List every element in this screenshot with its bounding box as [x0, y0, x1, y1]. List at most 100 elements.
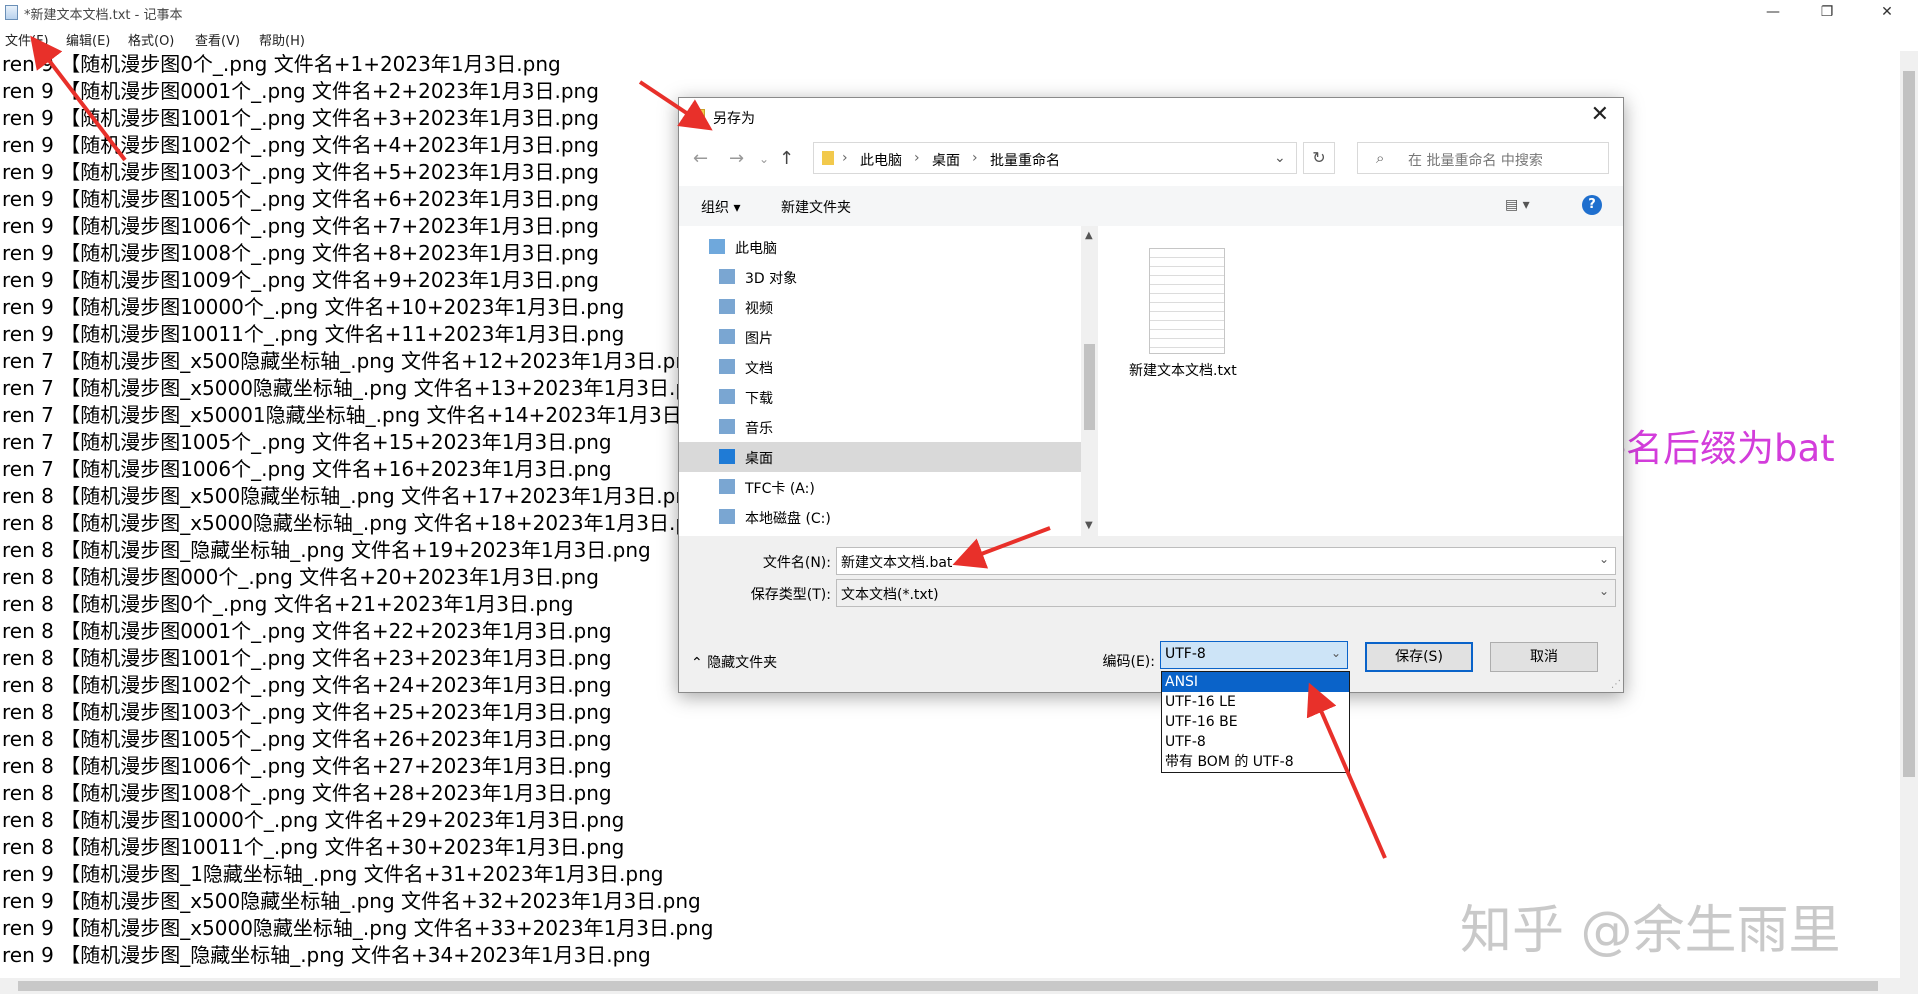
text-line: ren 8 【随机漫步图0001个_.png 文件名+22+2023年1月3日.… [2, 619, 612, 643]
back-icon[interactable]: ← [693, 148, 708, 169]
dialog-toolbar: 组织 ▾ 新建文件夹 ▤ ▾ ? [679, 186, 1623, 226]
horizontal-scrollbar[interactable] [0, 978, 1918, 994]
help-icon[interactable]: ? [1582, 195, 1602, 215]
nav-item[interactable]: 视频 [679, 292, 1081, 322]
text-line: ren 7 【随机漫步图_x500隐藏坐标轴_.png 文件名+12+2023年… [2, 349, 701, 373]
nav-item[interactable]: 本地磁盘 (C:) [679, 502, 1081, 532]
filetype-value: 文本文档(*.txt) [841, 587, 939, 603]
nav-item[interactable]: 音乐 [679, 412, 1081, 442]
nav-item[interactable]: 桌面 [679, 442, 1081, 472]
minimize-button[interactable]: — [1750, 0, 1796, 25]
file-list: 新建文本文档.txt [1101, 226, 1621, 536]
hide-folders-toggle[interactable]: ⌃ 隐藏文件夹 [691, 652, 777, 672]
encoding-option[interactable]: ANSI [1162, 672, 1349, 692]
breadcrumb-folder[interactable]: 批量重命名 [990, 150, 1060, 170]
nav-item-label: 3D 对象 [745, 271, 798, 287]
filename-value: 新建文本文档.bat [841, 555, 953, 571]
scroll-thumb[interactable] [1084, 344, 1095, 430]
navigation-scrollbar[interactable]: ▲ ▼ [1081, 226, 1098, 536]
address-bar[interactable]: › 此电脑 › 桌面 › 批量重命名 ⌄ [813, 142, 1297, 174]
window-title: *新建文本文档.txt - 记事本 [24, 8, 183, 23]
encoding-select[interactable]: UTF-8 ⌄ [1160, 641, 1348, 669]
text-line: ren 9 【随机漫步图0个_.png 文件名+1+2023年1月3日.png [2, 52, 561, 76]
nav-item-label: 视频 [745, 301, 773, 317]
text-line: ren 8 【随机漫步图1002个_.png 文件名+24+2023年1月3日.… [2, 673, 612, 697]
nav-item[interactable]: TFC卡 (A:) [679, 472, 1081, 502]
text-line: ren 7 【随机漫步图1005个_.png 文件名+15+2023年1月3日.… [2, 430, 612, 454]
resize-grip-icon[interactable]: ⋰ [1611, 679, 1621, 690]
nav-item[interactable]: 下载 [679, 382, 1081, 412]
menu-file[interactable]: 文件(F) [5, 30, 49, 49]
chevron-down-icon[interactable]: ⌄ [1599, 584, 1609, 598]
nav-item-label: 文档 [745, 361, 773, 377]
nav-item-label: 此电脑 [735, 241, 777, 257]
encoding-option[interactable]: 带有 BOM 的 UTF-8 [1162, 752, 1349, 772]
view-options-icon[interactable]: ▤ ▾ [1505, 197, 1530, 213]
organize-menu[interactable]: 组织 ▾ [701, 197, 740, 217]
text-line: ren 8 【随机漫步图_x500隐藏坐标轴_.png 文件名+17+2023年… [2, 484, 701, 508]
filename-label: 文件名(N): [762, 555, 831, 571]
menu-view[interactable]: 查看(V) [195, 30, 240, 49]
text-line: ren 9 【随机漫步图1008个_.png 文件名+8+2023年1月3日.p… [2, 241, 599, 265]
vertical-scrollbar[interactable] [1900, 51, 1918, 979]
breadcrumb-desktop[interactable]: 桌面 [932, 150, 960, 170]
chevron-down-icon[interactable]: ⌄ [1274, 150, 1286, 166]
refresh-icon[interactable]: ↻ [1303, 142, 1335, 174]
scroll-thumb[interactable] [1903, 71, 1915, 777]
scroll-up-icon[interactable]: ▲ [1085, 230, 1093, 241]
up-icon[interactable]: ↑ [779, 148, 794, 169]
breadcrumb-this-pc[interactable]: 此电脑 [860, 150, 902, 170]
text-line: ren 8 【随机漫步图_隐藏坐标轴_.png 文件名+19+2023年1月3日… [2, 538, 651, 562]
breadcrumb-separator: › [842, 150, 848, 166]
scroll-thumb[interactable] [18, 981, 1878, 991]
desktop-icon [719, 449, 735, 464]
close-button[interactable]: ✕ [1864, 0, 1910, 25]
text-line: ren 9 【随机漫步图1001个_.png 文件名+3+2023年1月3日.p… [2, 106, 599, 130]
cancel-button[interactable]: 取消 [1490, 642, 1598, 672]
nav-item-label: 本地磁盘 (C:) [745, 511, 831, 527]
nav-item[interactable]: 此电脑 [679, 232, 1081, 262]
search-input[interactable]: ⌕ 在 批量重命名 中搜索 [1357, 142, 1609, 174]
filename-field[interactable]: 新建文本文档.bat ⌄ [836, 547, 1616, 575]
nav-item[interactable]: 文档 [679, 352, 1081, 382]
chevron-down-icon[interactable]: ⌄ [1599, 552, 1609, 566]
menu-edit[interactable]: 编辑(E) [66, 30, 110, 49]
text-line: ren 7 【随机漫步图_x5000隐藏坐标轴_.png 文件名+13+2023… [2, 376, 714, 400]
file-name: 新建文本文档.txt [1129, 363, 1237, 379]
save-button[interactable]: 保存(S) [1365, 642, 1473, 672]
restore-button[interactable]: ❐ [1804, 0, 1850, 25]
filetype-select[interactable]: 文本文档(*.txt) ⌄ [836, 579, 1616, 607]
sd-card-icon [719, 479, 735, 494]
menu-format[interactable]: 格式(O) [128, 30, 174, 49]
nav-item-label: 下载 [745, 391, 773, 407]
chevron-up-icon: ⌃ [691, 655, 703, 671]
menu-help[interactable]: 帮助(H) [259, 30, 305, 49]
text-line: ren 8 【随机漫步图1001个_.png 文件名+23+2023年1月3日.… [2, 646, 612, 670]
music-icon [719, 419, 735, 434]
new-folder-button[interactable]: 新建文件夹 [781, 197, 851, 217]
text-line: ren 9 【随机漫步图_x5000隐藏坐标轴_.png 文件名+33+2023… [2, 916, 714, 940]
nav-item[interactable]: 图片 [679, 322, 1081, 352]
notepad-icon [5, 5, 18, 20]
chevron-down-icon[interactable]: ⌄ [759, 152, 769, 166]
scroll-down-icon[interactable]: ▼ [1085, 520, 1093, 531]
close-icon[interactable]: ✕ [1591, 102, 1609, 127]
nav-item[interactable]: 3D 对象 [679, 262, 1081, 292]
text-line: ren 8 【随机漫步图10011个_.png 文件名+30+2023年1月3日… [2, 835, 625, 859]
encoding-option[interactable]: UTF-16 LE [1162, 692, 1349, 712]
text-line: ren 8 【随机漫步图_x5000隐藏坐标轴_.png 文件名+18+2023… [2, 511, 714, 535]
text-line: ren 8 【随机漫步图1005个_.png 文件名+26+2023年1月3日.… [2, 727, 612, 751]
dialog-footer: 文件名(N): 新建文本文档.bat ⌄ 保存类型(T): 文本文档(*.txt… [679, 536, 1623, 692]
forward-icon[interactable]: → [729, 148, 744, 169]
encoding-option[interactable]: UTF-16 BE [1162, 712, 1349, 732]
window-titlebar: *新建文本文档.txt - 记事本 — ❐ ✕ [0, 0, 1918, 25]
notepad-icon [689, 109, 705, 123]
navigation-pane: 此电脑 3D 对象视频图片文档下载音乐 桌面 TFC卡 (A:) 本地磁盘 (C:) [679, 226, 1081, 536]
text-line: ren 9 【随机漫步图10011个_.png 文件名+11+2023年1月3日… [2, 322, 625, 346]
text-line: ren 8 【随机漫步图1006个_.png 文件名+27+2023年1月3日.… [2, 754, 612, 778]
text-line: ren 8 【随机漫步图10000个_.png 文件名+29+2023年1月3日… [2, 808, 625, 832]
encoding-option[interactable]: UTF-8 [1162, 732, 1349, 752]
dialog-title: 另存为 [713, 111, 755, 127]
text-line: ren 7 【随机漫步图1006个_.png 文件名+16+2023年1月3日.… [2, 457, 612, 481]
search-icon: ⌕ [1376, 149, 1385, 167]
